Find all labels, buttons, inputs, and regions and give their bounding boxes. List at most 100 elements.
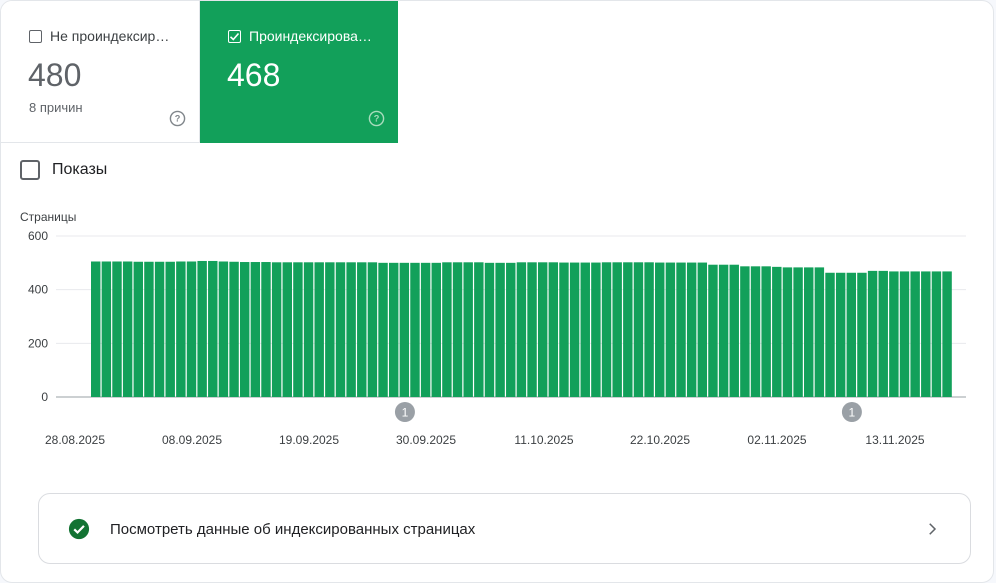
impressions-checkbox-icon[interactable]: [20, 160, 40, 180]
bar: [495, 262, 505, 397]
bar: [644, 262, 654, 397]
bar: [367, 262, 378, 397]
svg-text:?: ?: [175, 114, 181, 124]
x-tick-label: 08.09.2025: [162, 433, 222, 447]
bar: [537, 262, 548, 397]
bar: [921, 271, 931, 397]
bar: [346, 262, 356, 397]
bar: [718, 264, 729, 397]
bar: [942, 271, 952, 397]
bar: [612, 262, 622, 397]
bar: [325, 262, 335, 397]
bar: [186, 261, 197, 397]
view-indexed-pages-text: Посмотреть данные об индексированных стр…: [110, 521, 476, 538]
y-axis-title: Страницы: [20, 210, 76, 224]
metric-tiles: Не проиндексир… 480 8 причин ? Проиндекс…: [1, 1, 399, 143]
bar: [846, 272, 857, 397]
tile-indexed-header: Проиндексирова…: [228, 28, 372, 44]
bar: [878, 270, 888, 397]
bar: [580, 262, 590, 397]
tile-not-indexed-value: 480: [28, 57, 82, 93]
y-tick-label: 600: [28, 229, 48, 243]
bar: [239, 262, 250, 397]
bar: [378, 262, 388, 397]
index-status-card: Не проиндексир… 480 8 причин ? Проиндекс…: [0, 0, 994, 583]
x-tick-label: 11.10.2025: [514, 433, 573, 447]
bar: [814, 267, 825, 397]
tile-not-indexed-reasons: 8 причин: [29, 100, 83, 115]
x-tick-label: 02.11.2025: [747, 433, 806, 447]
indexed-pages-chart: Страницы 0 200 400 600 28.08.2025 08.09.2025 19…: [20, 210, 966, 447]
bar: [303, 262, 314, 397]
bar: [857, 272, 867, 397]
help-icon[interactable]: ?: [169, 110, 186, 127]
bar: [591, 262, 601, 397]
bar: [261, 262, 271, 397]
bar: [357, 262, 367, 397]
y-tick-label: 400: [28, 283, 48, 297]
bar: [197, 260, 207, 397]
tile-not-indexed-label: Не проиндексир…: [50, 28, 170, 44]
bar: [112, 261, 122, 397]
bar: [835, 272, 846, 397]
annotation-label: 1: [402, 406, 409, 420]
bar: [410, 262, 420, 397]
bar: [506, 262, 516, 397]
tile-indexed[interactable]: Проиндексирова… 468 ?: [200, 1, 398, 143]
bar: [633, 262, 644, 397]
checked-checkbox-icon[interactable]: [228, 29, 241, 43]
bar: [420, 262, 431, 397]
bar: [314, 262, 324, 397]
impressions-toggle[interactable]: Показы: [20, 160, 107, 180]
bar: [293, 262, 303, 397]
x-tick-label: 13.11.2025: [865, 433, 924, 447]
tile-indexed-label: Проиндексирова…: [249, 28, 372, 44]
bar: [740, 266, 750, 397]
bar: [665, 262, 676, 397]
bar: [463, 262, 473, 397]
bar: [761, 266, 771, 397]
bar: [686, 262, 697, 397]
bar: [122, 261, 133, 397]
bar: [867, 270, 878, 397]
bar: [452, 262, 463, 397]
bar: [899, 271, 910, 397]
bar: [250, 262, 261, 397]
bar: [399, 262, 410, 397]
bar: [569, 262, 580, 397]
tile-indexed-value: 468: [227, 57, 281, 93]
bar: [729, 264, 739, 397]
bar: [559, 262, 569, 397]
bar: [697, 262, 708, 397]
bar: [772, 266, 782, 397]
bar: [101, 261, 112, 397]
bar: [271, 262, 282, 397]
bar: [91, 261, 101, 397]
bar: [154, 261, 165, 397]
bar: [708, 264, 718, 397]
annotation-label: 1: [849, 406, 856, 420]
bar: [527, 262, 537, 397]
checkbox-icon[interactable]: [29, 29, 42, 43]
bar: [208, 260, 218, 397]
chevron-right-icon: [929, 523, 937, 535]
view-indexed-pages-link[interactable]: Посмотреть данные об индексированных стр…: [38, 493, 971, 564]
bar: [889, 271, 899, 397]
bar: [548, 262, 559, 397]
tile-not-indexed[interactable]: Не проиндексир… 480 8 причин ?: [1, 1, 200, 143]
x-tick-label: 30.09.2025: [396, 433, 456, 447]
bar: [931, 271, 942, 397]
bar: [623, 262, 633, 397]
bar: [601, 262, 612, 397]
y-tick-label: 0: [41, 390, 48, 404]
bar: [133, 261, 144, 397]
bar: [165, 261, 175, 397]
bar: [655, 262, 665, 397]
bar: [825, 272, 835, 397]
check-circle-icon: [68, 518, 90, 540]
help-icon[interactable]: ?: [368, 110, 385, 127]
bar: [910, 271, 920, 397]
bar: [750, 266, 761, 397]
bar: [176, 261, 186, 397]
bar: [282, 262, 292, 397]
